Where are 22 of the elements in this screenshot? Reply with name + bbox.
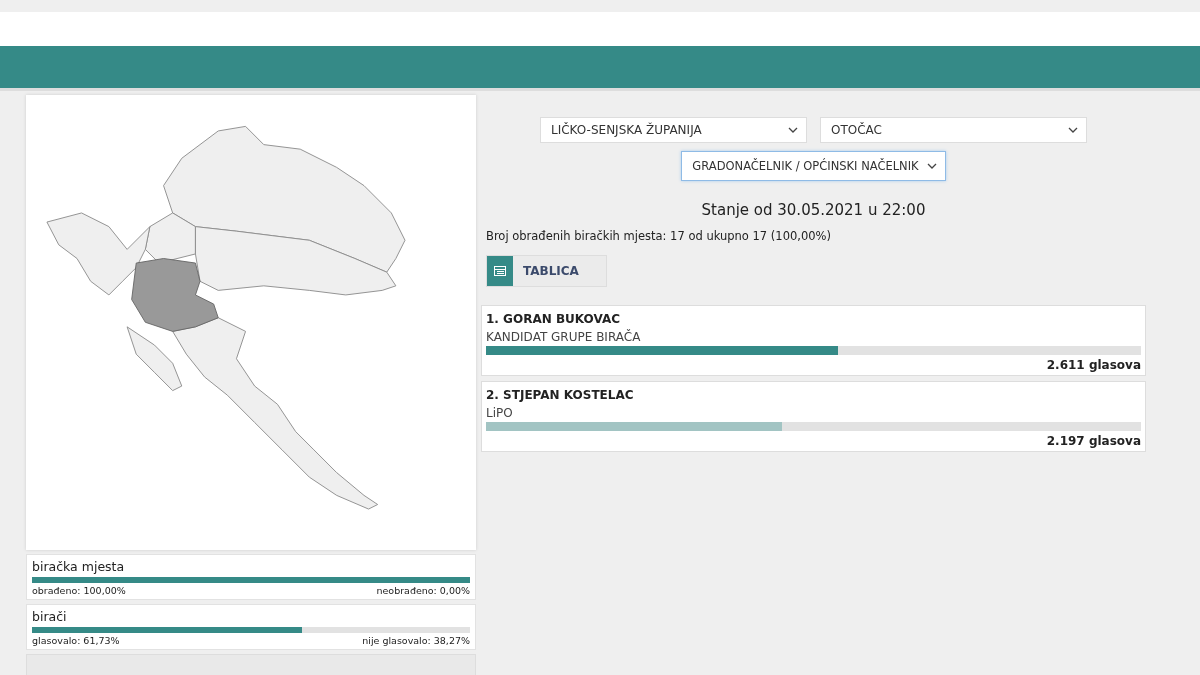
- status-heading: Stanje od 30.05.2021 u 22:00: [700, 201, 927, 219]
- statistics-title: biračka mjesta: [32, 559, 126, 574]
- progress-label: obrađeno: 100,00%: [32, 585, 126, 596]
- candidate-party: KANDIDAT GRUPE BIRAČA: [486, 330, 642, 344]
- election-dropdown[interactable]: GRADONAČELNIK / OPĆINSKI NAČELNIK: [681, 151, 946, 181]
- progress-label: glasovalo: 61,73%: [32, 635, 120, 646]
- progress-label: nije glasovalo: 38,27%: [362, 635, 470, 646]
- statistics-title: birači: [32, 609, 68, 624]
- candidate-name: 1. GORAN BUKOVAC: [486, 312, 621, 326]
- vote-count: 2.197 glasova: [1046, 434, 1141, 448]
- table-button[interactable]: TABLICA: [486, 255, 607, 287]
- caret-icon: [788, 127, 798, 133]
- caret-icon: [1068, 127, 1078, 133]
- candidate-name: 2. STJEPAN KOSTELAC: [486, 388, 635, 402]
- county-dropdown[interactable]: LIČKO-SENJSKA ŽUPANIJA: [540, 117, 807, 143]
- caret-icon: [926, 163, 937, 169]
- candidate-party: LiPO: [486, 406, 514, 420]
- table-icon: [494, 266, 506, 276]
- progress-label: neobrađeno: 0,00%: [376, 585, 470, 596]
- vote-count: 2.611 glasova: [1046, 358, 1141, 372]
- processed-info: Broj obrađenih biračkih mjesta: 17 od ukupno 17 (100,00%): [486, 229, 832, 243]
- municipality-dropdown[interactable]: OTOČAC: [820, 117, 1087, 143]
